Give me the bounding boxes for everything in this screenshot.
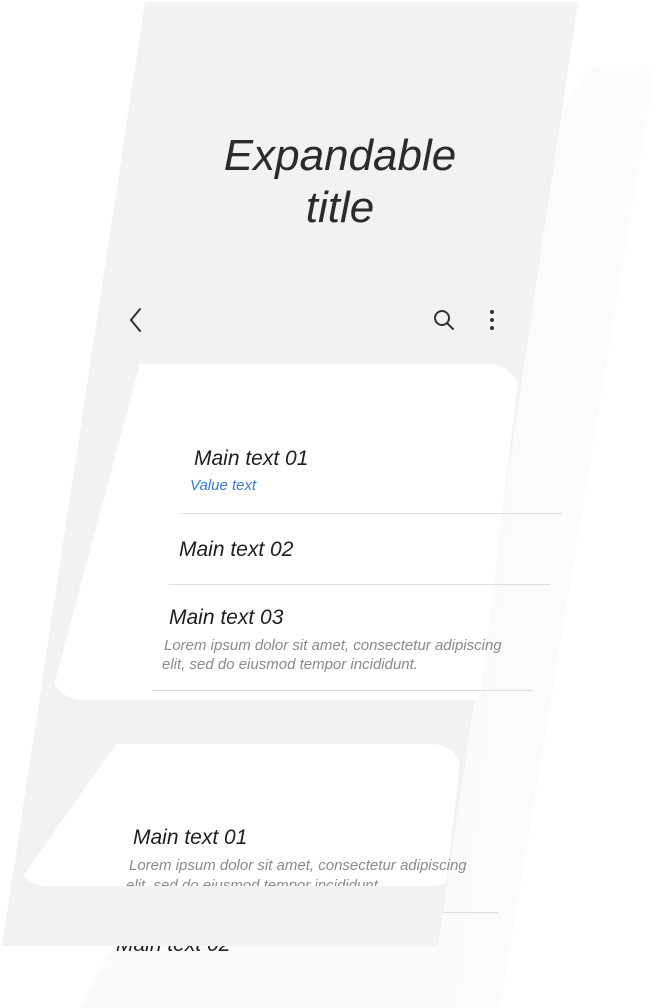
- list-1-item-1-main-text[interactable]: Main text 01: [194, 446, 308, 472]
- title-line-2: title: [305, 183, 375, 232]
- list-1-item-2-main-text[interactable]: Main text 02: [179, 537, 293, 563]
- list-2-item-1-sub-text-line-2-clip: elit, sed do eiusmod tempor incididunt.: [120, 872, 450, 886]
- title-line-1: Expandable: [223, 131, 457, 180]
- list-1-item-3-main-text[interactable]: Main text 03: [169, 605, 283, 631]
- list-2-item-1-main-text[interactable]: Main text 01: [133, 825, 247, 851]
- expandable-title: Expandable title: [190, 130, 490, 234]
- more-vertical-icon[interactable]: [482, 306, 502, 334]
- list-1-divider-2: [169, 584, 550, 585]
- list-1-item-3-sub-text-line-2: elit, sed do eiusmod tempor incididunt.: [162, 656, 418, 673]
- app-mockup: Main text 02 Expandable title Main text …: [0, 0, 658, 1008]
- search-icon[interactable]: [432, 308, 456, 332]
- chevron-left-icon[interactable]: [124, 306, 148, 334]
- list-1-divider-3: [152, 690, 533, 691]
- list-2-item-1-sub-text-line-2: elit, sed do eiusmod tempor incididunt.: [126, 877, 382, 886]
- list-1-item-1-value-text: Value text: [190, 477, 257, 494]
- list-1-item-3-sub-text-line-1: Lorem ipsum dolor sit amet, consectetur …: [164, 637, 502, 654]
- list-1-divider-1: [181, 513, 562, 514]
